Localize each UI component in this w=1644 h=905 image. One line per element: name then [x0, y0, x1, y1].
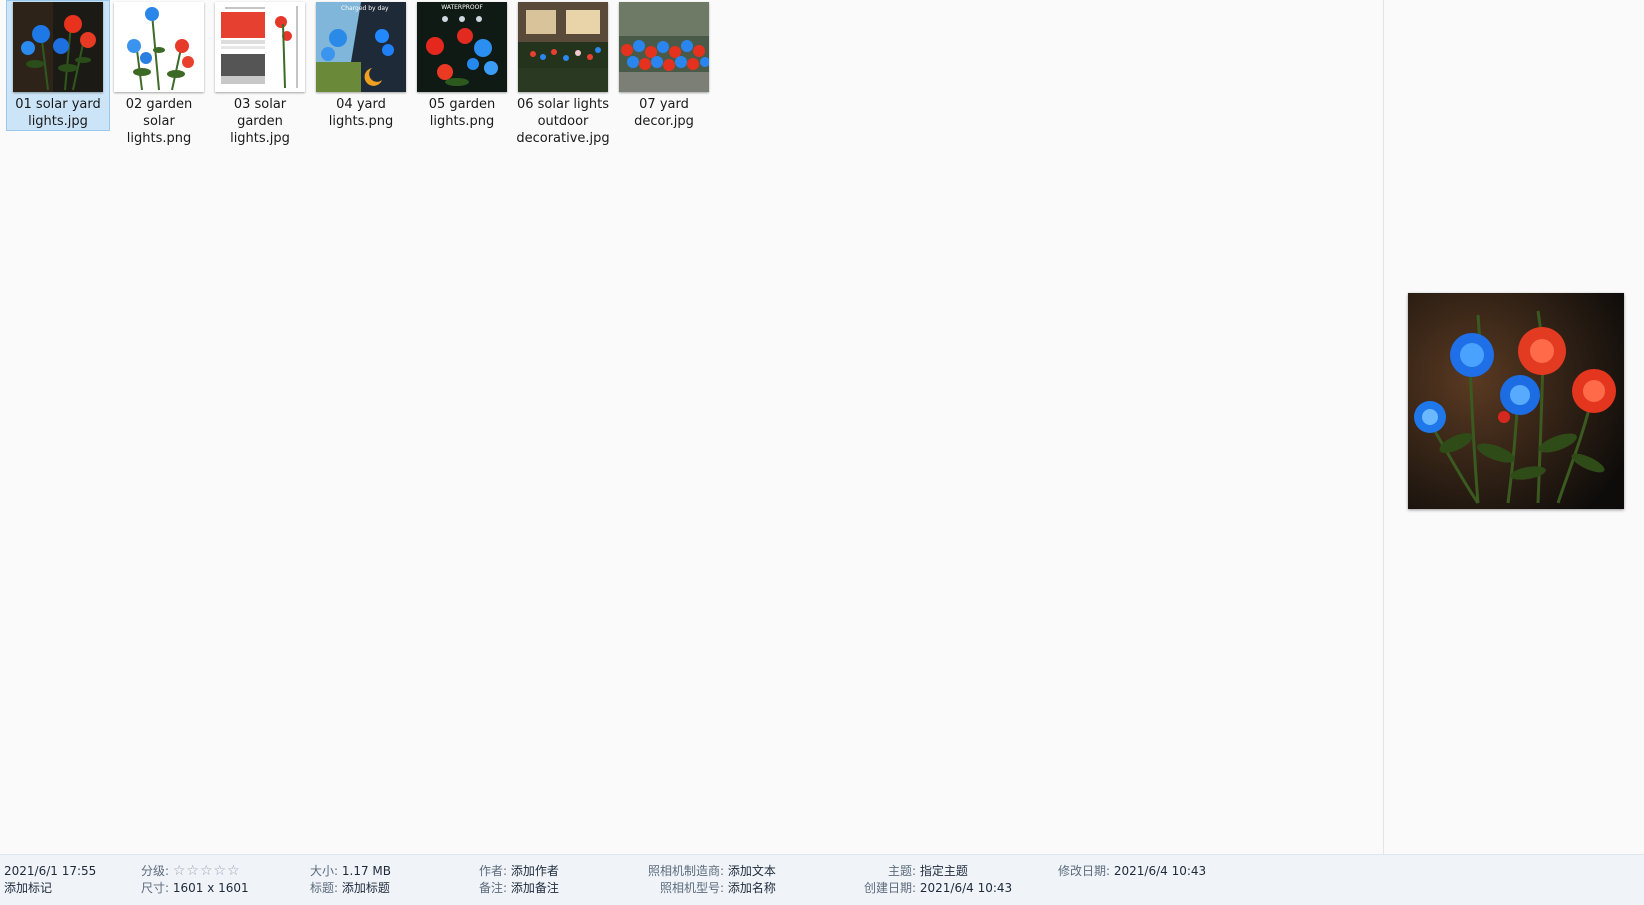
file-name: 02 garden solar lights.png [125, 97, 193, 146]
subject-field[interactable]: 主题: 指定主题 [888, 863, 968, 879]
add-tags-link[interactable]: 添加标记 [4, 880, 52, 896]
author-field[interactable]: 作者: 添加作者 [479, 863, 559, 879]
file-name: 01 solar yard lights.jpg [15, 97, 101, 129]
modified-date-field: 修改日期: 2021/6/4 10:43 [1058, 864, 1207, 878]
comments-field[interactable]: 备注: 添加备注 [479, 880, 559, 896]
preview-image [1408, 293, 1624, 509]
file-name: 07 yard decor.jpg [634, 97, 694, 129]
file-name: 04 yard lights.png [328, 97, 394, 129]
preview-pane [1383, 0, 1644, 854]
file-name: 05 garden lights.png [428, 97, 496, 129]
thumbnail-image: Charged by day [316, 2, 406, 92]
rating-stars[interactable]: ☆☆☆☆☆ [173, 863, 241, 879]
size-field: 大小: 1.17 MB [310, 864, 391, 878]
file-tile[interactable]: WATERPROOF 05 garden lights.png [410, 0, 514, 131]
details-status-bar: 2021/6/1 17:55 添加标记 分级: ☆☆☆☆☆ 尺寸: 1601 x… [0, 854, 1644, 905]
file-tile[interactable]: 01 solar yard lights.jpg [6, 0, 110, 131]
file-tile[interactable]: 03 solar garden lights.jpg [208, 0, 312, 148]
thumbnail-image: WATERPROOF [417, 2, 507, 92]
file-tile[interactable]: Charged by day 04 yard lights.png [309, 0, 413, 131]
camera-maker-field[interactable]: 照相机制造商: 添加文本 [648, 863, 776, 879]
file-tile[interactable]: 06 solar lights outdoor decorative.jpg [511, 0, 615, 148]
svg-text:WATERPROOF: WATERPROOF [441, 4, 483, 11]
created-date-field: 创建日期: 2021/6/4 10:43 [864, 881, 1013, 895]
file-view: 01 solar yard lights.jpg 02 garden solar l… [0, 0, 1383, 854]
file-name: 06 solar lights outdoor decorative.jpg [516, 97, 610, 146]
rating-field[interactable]: 分级: ☆☆☆☆☆ [141, 863, 241, 879]
thumbnail-image [619, 2, 709, 92]
date-taken: 2021/6/1 17:55 [4, 864, 97, 878]
thumbnail-image [114, 2, 204, 92]
file-tile[interactable]: 07 yard decor.jpg [612, 0, 716, 131]
file-name: 03 solar garden lights.jpg [230, 97, 290, 146]
camera-model-field[interactable]: 照相机型号: 添加名称 [660, 880, 776, 896]
thumbnail-image [215, 2, 305, 92]
svg-text:Charged by day: Charged by day [341, 5, 389, 12]
thumbnail-image [518, 2, 608, 92]
dimensions-field: 尺寸: 1601 x 1601 [141, 881, 249, 895]
file-tile[interactable]: 02 garden solar lights.png [107, 0, 211, 148]
thumbnail-image [13, 2, 103, 92]
title-field[interactable]: 标题: 添加标题 [310, 880, 390, 896]
